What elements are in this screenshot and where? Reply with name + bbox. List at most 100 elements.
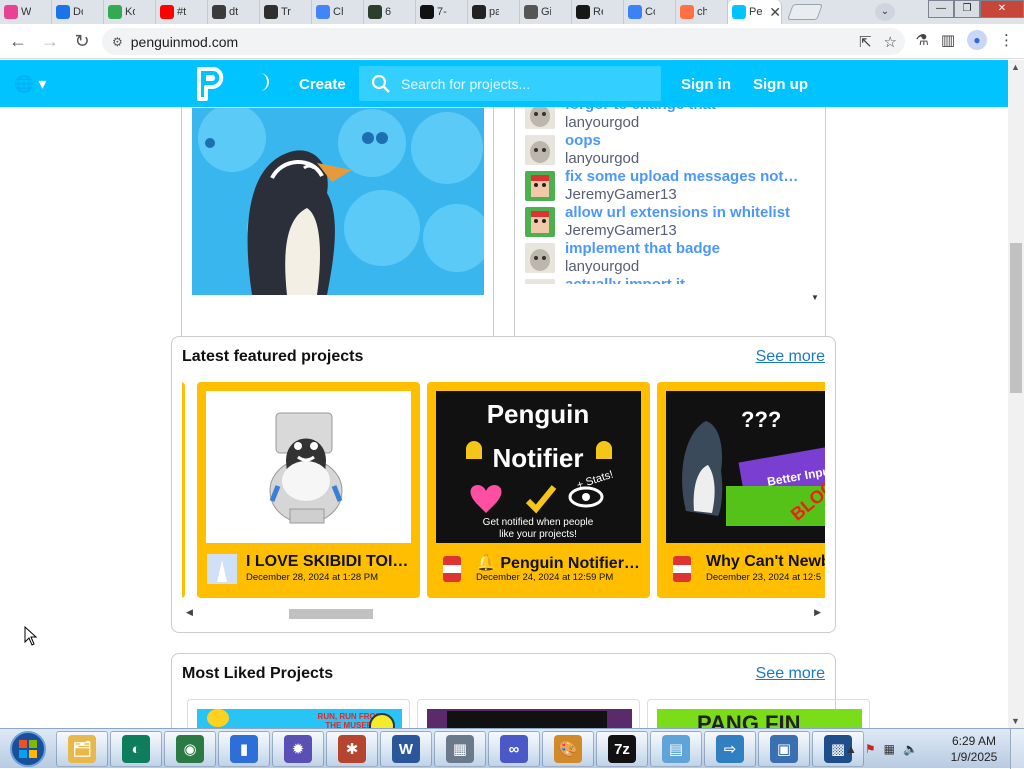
browser-tab[interactable]: 6: [364, 0, 416, 24]
browser-tab[interactable]: Ko: [104, 0, 156, 24]
show-desktop-button[interactable]: [1010, 729, 1024, 769]
commit-message[interactable]: actually import it: [565, 276, 800, 284]
language-globe-icon[interactable]: 🌐 ▾: [14, 74, 46, 94]
commit-item[interactable]: fix some upload messages not being trans…: [525, 168, 809, 204]
taskbar-app-explorer[interactable]: 🗂: [56, 731, 108, 767]
scroll-left-arrow-icon[interactable]: ◀: [186, 607, 193, 618]
author-avatar: [525, 243, 555, 273]
commit-message[interactable]: implement that badge: [565, 240, 800, 257]
search-bar[interactable]: Search for projects...: [359, 66, 661, 101]
taskbar-app-app2[interactable]: ◐: [110, 731, 162, 767]
page-scrollbar[interactable]: ▲ ▼: [1008, 60, 1024, 728]
forward-button[interactable]: →: [36, 27, 64, 55]
start-button[interactable]: [4, 730, 52, 768]
taskbar-app-app8[interactable]: ▦: [434, 731, 486, 767]
browser-tab[interactable]: Do: [52, 0, 104, 24]
browser-tab-active[interactable]: Pe ✕: [728, 0, 782, 24]
create-link[interactable]: Create: [299, 76, 346, 93]
tray-expand-icon[interactable]: ▲: [845, 742, 857, 756]
taskbar-app-app13[interactable]: ⇨: [704, 731, 756, 767]
see-more-link[interactable]: See more: [756, 348, 825, 366]
share-icon[interactable]: ⇱: [859, 33, 872, 51]
browser-tab[interactable]: 7-: [416, 0, 468, 24]
tab-title: Do: [73, 6, 83, 18]
system-clock[interactable]: 6:29 AM 1/9/2025: [944, 733, 1004, 765]
project-card[interactable]: I LOVE SKIBIDI TOILET December 28, 2024 …: [197, 382, 420, 598]
site-info-icon[interactable]: ⚙: [112, 35, 123, 49]
browser-tab[interactable]: #t: [156, 0, 208, 24]
scrollbar-thumb[interactable]: [289, 609, 373, 619]
browser-tab[interactable]: W: [0, 0, 52, 24]
reload-button[interactable]: ↻: [68, 27, 96, 55]
taskbar-app-app14[interactable]: ▣: [758, 731, 810, 767]
minimize-button[interactable]: —: [928, 0, 954, 18]
scroll-down-arrow-icon[interactable]: ▼: [1011, 716, 1020, 726]
commit-message[interactable]: fix some upload messages not being trans…: [565, 168, 800, 185]
app8-icon: ▦: [446, 735, 474, 763]
taskbar-app-app3[interactable]: ◉: [164, 731, 216, 767]
commit-item[interactable]: implement that badge lanyourgod: [525, 240, 809, 276]
browser-tab[interactable]: pa: [468, 0, 520, 24]
project-title[interactable]: Why Can't Newbies Use Custom Extensions: [706, 553, 825, 571]
browser-tab[interactable]: Gi: [520, 0, 572, 24]
chrome-menu-icon[interactable]: ⋮: [999, 31, 1014, 49]
scroll-down-arrow-icon[interactable]: ▼: [811, 293, 819, 302]
commit-list-scrollbar[interactable]: ▼: [811, 98, 819, 302]
project-card[interactable]: PANG FIN: [647, 699, 870, 728]
network-icon[interactable]: ⚑: [865, 742, 876, 756]
profile-avatar[interactable]: ●: [967, 30, 987, 50]
close-window-button[interactable]: ✕: [980, 0, 1024, 18]
commit-item[interactable]: allow url extensions in whitelist JeremyG…: [525, 204, 809, 240]
browser-tab[interactable]: Tr: [260, 0, 312, 24]
tab-favicon-icon: [368, 5, 382, 19]
browser-tab[interactable]: dt: [208, 0, 260, 24]
scroll-right-arrow-icon[interactable]: ▶: [814, 607, 821, 618]
volume-icon[interactable]: 🔈: [903, 742, 918, 756]
see-more-link[interactable]: See more: [756, 665, 825, 683]
side-panel-icon[interactable]: ▥: [941, 31, 955, 49]
labs-icon[interactable]: ⚗: [915, 31, 928, 49]
commit-message[interactable]: allow url extensions in whitelist: [565, 204, 800, 221]
maximize-button[interactable]: ❐: [954, 0, 980, 18]
clock-date: 1/9/2025: [950, 750, 998, 764]
search-input[interactable]: Search for projects...: [401, 76, 530, 92]
scroll-up-arrow-icon[interactable]: ▲: [1011, 62, 1020, 72]
browser-tab[interactable]: Co: [624, 0, 676, 24]
browser-tab[interactable]: ch: [676, 0, 728, 24]
dark-mode-moon-icon[interactable]: [254, 72, 272, 92]
carousel-scrollbar[interactable]: ◀ ▶: [182, 605, 825, 621]
project-title[interactable]: I LOVE SKIBIDI TOILET: [246, 553, 414, 571]
project-card[interactable]: ??? Better Input BLOCKED Why Can't Newbi…: [657, 382, 825, 598]
page-scrollbar-thumb[interactable]: [1010, 243, 1022, 393]
taskbar-app-app12[interactable]: ▤: [650, 731, 702, 767]
tab-search-button[interactable]: ⌄: [875, 3, 895, 21]
project-card[interactable]: [417, 699, 640, 728]
penguinmod-logo[interactable]: [193, 65, 227, 103]
back-button[interactable]: ←: [4, 27, 32, 55]
taskbar-app-app6[interactable]: ✱: [326, 731, 378, 767]
browser-tab[interactable]: Ch: [312, 0, 364, 24]
thumb-text-q: ???: [741, 407, 781, 432]
address-bar[interactable]: ⚙ penguinmod.com ⇱ ☆: [102, 28, 905, 55]
taskbar-app-7zip[interactable]: 7z: [596, 731, 648, 767]
bookmark-star-icon[interactable]: ☆: [884, 33, 897, 51]
commit-item[interactable]: actually import itlanyourgod: [525, 276, 809, 284]
sign-up-link[interactable]: Sign up: [753, 76, 808, 93]
taskbar-app-word[interactable]: W: [380, 731, 432, 767]
project-card[interactable]: Penguin Notifier + Stats! Get notified w…: [427, 382, 650, 598]
close-tab-icon[interactable]: ✕: [769, 4, 781, 21]
taskbar-app-app9[interactable]: ∞: [488, 731, 540, 767]
sign-in-link[interactable]: Sign in: [681, 76, 731, 93]
new-tab-button[interactable]: [787, 4, 823, 20]
url-text[interactable]: penguinmod.com: [131, 34, 238, 50]
browser-tab[interactable]: Re: [572, 0, 624, 24]
network-status-icon[interactable]: ▦: [884, 742, 895, 756]
taskbar-app-app4[interactable]: ▮: [218, 731, 270, 767]
commit-message[interactable]: oops: [565, 132, 800, 149]
project-title[interactable]: 🔔 Penguin Notifier + Stats: [476, 553, 644, 573]
taskbar-app-app5[interactable]: ✹: [272, 731, 324, 767]
taskbar-app-paint[interactable]: 🎨: [542, 731, 594, 767]
project-card[interactable]: RUN, RUN FROM THE MUSEE!: [187, 699, 410, 728]
project-card-partial[interactable]: [182, 382, 185, 598]
commit-item[interactable]: oops lanyourgod: [525, 132, 809, 168]
